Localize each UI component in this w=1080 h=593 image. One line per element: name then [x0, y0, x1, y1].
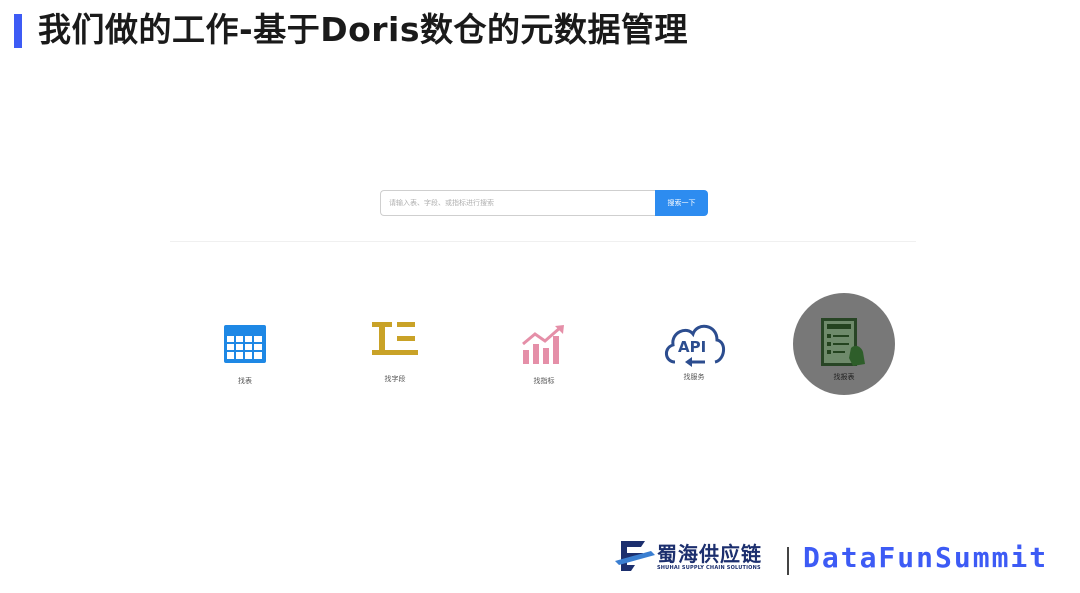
category-label: 找字段	[384, 375, 406, 383]
footer-separator	[787, 547, 789, 575]
table-grid-icon	[224, 325, 266, 363]
metric-chart-icon	[522, 325, 564, 364]
category-label: 找服务	[683, 373, 705, 381]
field-icon	[372, 322, 418, 355]
divider	[170, 241, 916, 242]
category-label: 找表	[238, 377, 252, 385]
category-find-table[interactable]: 找表	[205, 322, 285, 392]
category-find-field[interactable]: 找字段	[355, 320, 435, 390]
datafun-summit-logo: DataFunSummit	[803, 541, 1049, 574]
api-cloud-icon: API	[665, 324, 725, 367]
shuhai-logo-icon	[615, 541, 655, 571]
title-accent-bar	[14, 14, 22, 48]
category-find-service[interactable]: API 找服务	[654, 318, 734, 388]
footer: 蜀海供应链 SHUHAI SUPPLY CHAIN SOLUTIONS Data…	[615, 535, 1075, 581]
report-icon	[821, 318, 865, 366]
search-button[interactable]: 搜索一下	[655, 190, 708, 216]
category-label: 找指标	[533, 377, 555, 385]
search-bar: 搜索一下	[380, 190, 708, 216]
svg-text:API: API	[678, 338, 706, 356]
brand-name-cn: 蜀海供应链	[657, 542, 762, 566]
search-input[interactable]	[380, 190, 655, 216]
category-find-report[interactable]: 找报表	[804, 318, 884, 388]
category-label: 找报表	[833, 373, 855, 381]
brand-name-en: SHUHAI SUPPLY CHAIN SOLUTIONS	[657, 565, 761, 571]
slide-title: 我们做的工作-基于Doris数仓的元数据管理	[38, 10, 688, 49]
category-find-metric[interactable]: 找指标	[504, 322, 584, 392]
